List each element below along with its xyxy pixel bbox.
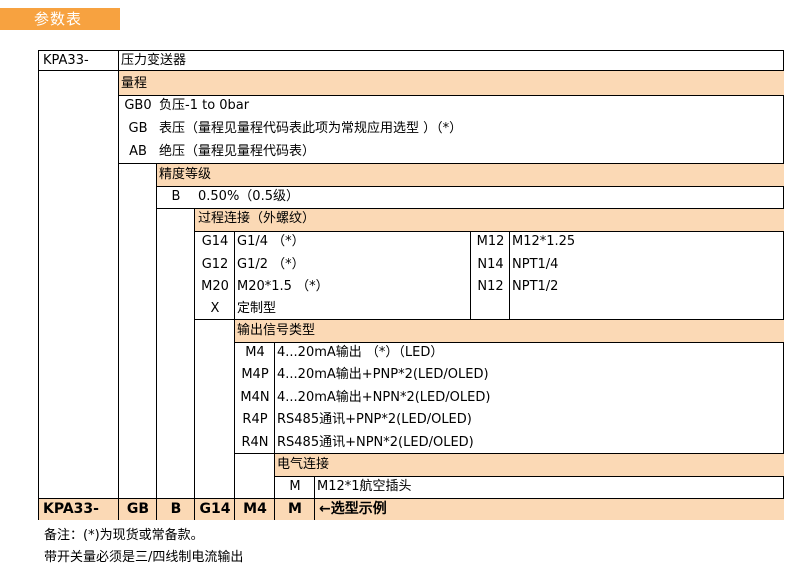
example-accuracy: B <box>170 501 182 517</box>
model-prefix: KPA33- <box>43 53 89 68</box>
note-switch: 带开关量必须是三/四线制电流输出 <box>44 550 244 565</box>
electrical-desc-m: M12*1航空插头 <box>317 479 412 494</box>
output-code-m4: M4 <box>245 345 265 360</box>
example-process: G14 <box>199 501 231 517</box>
process-code-g12: G12 <box>201 257 229 272</box>
output-desc-m4p: 4...20mA输出+PNP*2(LED/OLED) <box>277 367 489 382</box>
range-code-ab: AB <box>129 144 147 159</box>
process-desc-m20: M20*1.5 （*） <box>237 279 329 294</box>
example-electrical: M <box>288 501 302 517</box>
range-heading: 量程 <box>121 76 148 91</box>
process-code-n14: N14 <box>477 257 504 272</box>
output-code-r4n: R4N <box>241 435 269 450</box>
process-desc-n12: NPT1/2 <box>512 279 559 294</box>
process-code-x: X <box>210 301 220 316</box>
output-code-r4p: R4P <box>242 412 268 427</box>
electrical-section-fill <box>275 454 784 476</box>
process-heading: 过程连接（外螺纹） <box>198 211 316 226</box>
electrical-code-m: M <box>289 479 301 494</box>
accuracy-heading: 精度等级 <box>159 167 212 182</box>
range-section-fill <box>119 71 784 95</box>
output-section-fill <box>235 320 784 342</box>
process-desc-g12: G1/2 （*） <box>237 257 305 272</box>
section-header: 参数表 <box>0 8 120 30</box>
example-label: ←选型示例 <box>319 501 387 517</box>
accuracy-code-b: B <box>171 189 181 204</box>
output-desc-m4: 4...20mA输出 （*）（LED） <box>277 345 444 360</box>
output-code-m4n: M4N <box>240 390 270 405</box>
process-code-m12: M12 <box>476 234 505 249</box>
range-desc-gb0: 负压-1 to 0bar <box>159 98 250 113</box>
output-code-m4p: M4P <box>241 367 269 382</box>
process-desc-x: 定制型 <box>237 301 277 316</box>
product-name: 压力变送器 <box>121 53 187 68</box>
output-desc-m4n: 4...20mA输出+NPN*2(LED/OLED) <box>277 390 491 405</box>
range-desc-gb: 表压（量程见量程代码表此项为常规应用选型 ）（*） <box>159 121 463 136</box>
process-code-m20: M20 <box>201 279 229 294</box>
accuracy-desc-b: 0.50%（0.5级） <box>198 189 299 204</box>
process-desc-n14: NPT1/4 <box>512 257 559 272</box>
range-desc-ab: 绝压（量程见量程代码表） <box>159 144 316 159</box>
process-code-n12: N12 <box>477 279 504 294</box>
output-heading: 输出信号类型 <box>237 323 316 338</box>
accuracy-section-fill <box>157 164 784 186</box>
output-desc-r4p: RS485通讯+PNP*2(LED/OLED) <box>277 412 472 427</box>
output-desc-r4n: RS485通讯+NPN*2(LED/OLED) <box>277 435 474 450</box>
parameter-table: KPA33- 压力变送器 量程 GB0 负压-1 to 0bar GB 表压（量… <box>38 50 784 520</box>
process-code-g14: G14 <box>201 234 229 249</box>
example-model: KPA33- <box>43 501 99 517</box>
note-stock: 备注：(*)为现货或常备款。 <box>44 528 204 543</box>
example-range: GB <box>126 501 150 517</box>
range-code-gb0: GB0 <box>124 98 152 113</box>
range-code-gb: GB <box>128 121 148 136</box>
example-output: M4 <box>243 501 267 517</box>
process-desc-m12: M12*1.25 <box>512 234 576 249</box>
process-desc-g14: G1/4 （*） <box>237 234 305 249</box>
electrical-heading: 电气连接 <box>277 457 330 472</box>
